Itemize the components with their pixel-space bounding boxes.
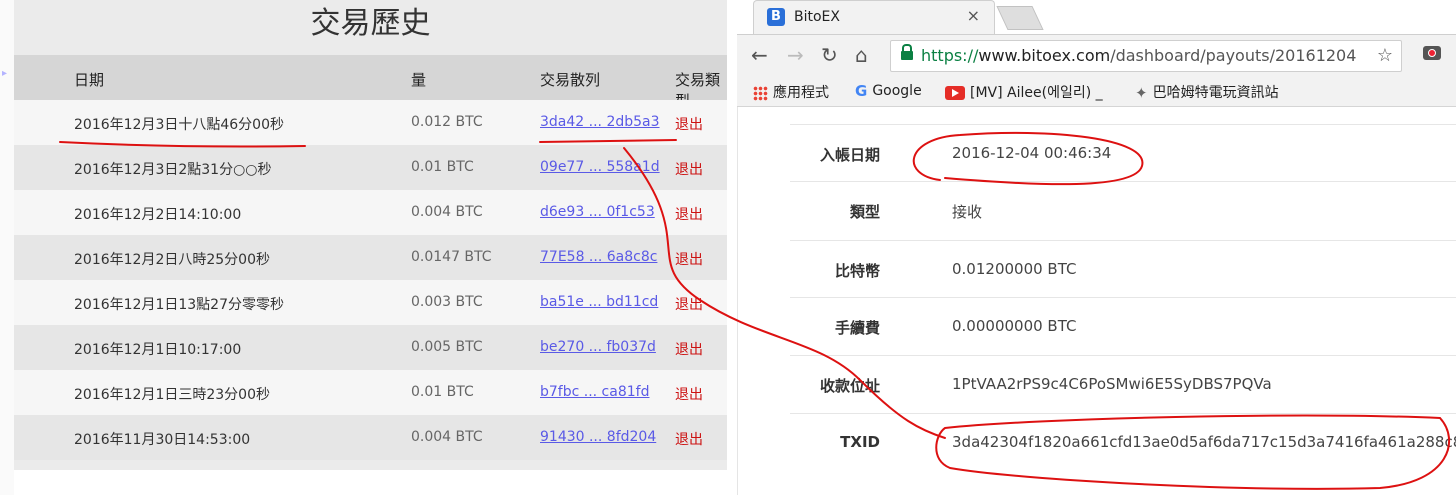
home-icon[interactable]: ⌂ [855, 43, 868, 67]
address-bar[interactable]: https://www.bitoex.com/dashboard/payouts… [890, 40, 1402, 72]
row-type: 退出 [675, 387, 703, 403]
row-hash-link[interactable]: b7fbc ... ca81fd [540, 384, 649, 400]
back-arrow-icon[interactable]: ← [751, 43, 768, 67]
detail-row-address: 收款位址 1PtVAA2rPS9c4C6PoSMwi6E5SyDBS7PQVa [790, 355, 1456, 413]
detail-value: 1PtVAA2rPS9c4C6PoSMwi6E5SyDBS7PQVa [952, 375, 1272, 393]
row-hash-link[interactable]: 91430 ... 8fd204 [540, 429, 656, 445]
google-icon: G [855, 82, 868, 100]
bookmark-apps[interactable]: 應用程式 [753, 82, 829, 102]
table-row: 2016年12月1日三時23分00秒 0.01 BTC b7fbc ... ca… [14, 370, 727, 415]
row-amount: 0.004 BTC [411, 429, 483, 445]
new-tab-button[interactable] [996, 6, 1044, 30]
row-date: 2016年12月2日14:10:00 [74, 207, 242, 223]
column-amount: 量 [411, 71, 427, 89]
camera-extension-icon[interactable] [1423, 46, 1441, 60]
detail-row-type: 類型 接收 [790, 181, 1456, 239]
dragon-icon: ✦ [1135, 84, 1148, 102]
row-date: 2016年12月1日三時23分00秒 [74, 387, 270, 403]
row-type: 退出 [675, 252, 703, 268]
table-row: 2016年11月30日14:53:00 0.004 BTC 91430 ... … [14, 415, 727, 460]
detail-row-txid: TXID 3da42304f1820a661cfd13ae0d5af6da717… [790, 413, 1456, 471]
row-amount: 0.005 BTC [411, 339, 483, 355]
row-date: 2016年12月2日八時25分00秒 [74, 252, 270, 268]
detail-label: 類型 [849, 203, 880, 221]
detail-row-btc: 比特幣 0.01200000 BTC [790, 240, 1456, 298]
row-date: 2016年12月3日2點31分○○秒 [74, 162, 272, 178]
lock-icon [901, 44, 913, 60]
left-edge-strip: ▸ [0, 0, 14, 495]
table-row: 2016年12月2日14:10:00 0.004 BTC d6e93 ... 0… [14, 190, 727, 235]
detail-value: 接收 [952, 203, 983, 221]
payout-detail-page: 入帳日期 2016-12-04 00:46:34 類型 接收 比特幣 0.012… [737, 107, 1456, 495]
youtube-icon [945, 86, 965, 100]
history-card: 交易歷史 日期 量 交易散列 交易類型 2016年12月3日十八點46分00秒 … [14, 0, 727, 470]
detail-value: 2016-12-04 00:46:34 [952, 144, 1112, 162]
page-title: 交易歷史 [310, 6, 431, 41]
table-row: 2016年12月2日八時25分00秒 0.0147 BTC 77E58 ... … [14, 235, 727, 280]
detail-row-date: 入帳日期 2016-12-04 00:46:34 [790, 124, 1456, 182]
row-hash-link[interactable]: be270 ... fb037d [540, 339, 656, 355]
bookmark-youtube[interactable]: [MV] Ailee(에일리) _ [945, 82, 1103, 102]
history-table-header: 日期 量 交易散列 交易類型 [14, 55, 727, 110]
row-hash-link[interactable]: 77E58 ... 6a8c8c [540, 249, 657, 265]
detail-value: 3da42304f1820a661cfd13ae0d5af6da717c15d3… [952, 433, 1456, 451]
browser-toolbar: ← → ↻ ⌂ https://www.bitoex.com/dashboard… [737, 34, 1456, 77]
row-amount: 0.01 BTC [411, 384, 474, 400]
detail-label: 比特幣 [834, 262, 880, 280]
bookmarks-bar: 應用程式 G Google [MV] Ailee(에일리) _ ✦ 巴哈姆特電玩資訊… [737, 76, 1456, 107]
url-text: https://www.bitoex.com/dashboard/payouts… [921, 46, 1357, 65]
detail-label: 手續費 [834, 319, 880, 337]
tab-strip: B BitoEX × [737, 0, 1456, 35]
row-amount: 0.0147 BTC [411, 249, 492, 265]
detail-value: 0.01200000 BTC [952, 260, 1077, 278]
row-date: 2016年11月30日14:53:00 [74, 432, 251, 448]
detail-label: TXID [840, 433, 880, 451]
table-row: 2016年12月3日十八點46分00秒 0.012 BTC 3da42 ... … [14, 100, 727, 145]
row-amount: 0.004 BTC [411, 204, 483, 220]
bookmark-star-icon[interactable]: ☆ [1377, 45, 1393, 66]
apps-grid-icon [753, 85, 768, 101]
detail-row-fee: 手續費 0.00000000 BTC [790, 297, 1456, 355]
table-row: 2016年12月3日2點31分○○秒 0.01 BTC 09e77 ... 55… [14, 145, 727, 190]
row-amount: 0.012 BTC [411, 114, 483, 130]
bookmark-google[interactable]: G Google [855, 82, 922, 100]
row-type: 退出 [675, 117, 703, 133]
transaction-history-panel: ▸ 交易歷史 日期 量 交易散列 交易類型 2016年12月3日十八點46分00… [0, 0, 737, 495]
row-hash-link[interactable]: ba51e ... bd11cd [540, 294, 658, 310]
row-hash-link[interactable]: 3da42 ... 2db5a3 [540, 114, 660, 130]
row-date: 2016年12月1日10:17:00 [74, 342, 242, 358]
close-icon[interactable]: × [967, 6, 980, 25]
row-date: 2016年12月3日十八點46分00秒 [74, 117, 284, 133]
detail-label: 收款位址 [819, 377, 880, 395]
detail-value: 0.00000000 BTC [952, 317, 1077, 335]
forward-arrow-icon[interactable]: → [787, 43, 804, 67]
row-hash-link[interactable]: d6e93 ... 0f1c53 [540, 204, 655, 220]
row-hash-link[interactable]: 09e77 ... 558a1d [540, 159, 660, 175]
bitoex-favicon-icon: B [767, 8, 785, 26]
row-type: 退出 [675, 207, 703, 223]
table-row: 2016年12月1日10:17:00 0.005 BTC be270 ... f… [14, 325, 727, 370]
scroll-arrow-icon: ▸ [2, 68, 8, 79]
row-type: 退出 [675, 432, 703, 448]
tab-title: BitoEX [794, 9, 840, 25]
row-amount: 0.003 BTC [411, 294, 483, 310]
column-hash: 交易散列 [540, 71, 601, 89]
reload-icon[interactable]: ↻ [821, 43, 838, 67]
table-row: 2016年12月1日13點27分零零秒 0.003 BTC ba51e ... … [14, 280, 727, 325]
detail-label: 入帳日期 [819, 146, 880, 164]
column-date: 日期 [74, 71, 105, 89]
row-amount: 0.01 BTC [411, 159, 474, 175]
browser-window: B BitoEX × ← → ↻ ⌂ https://www.bitoex.co… [737, 0, 1456, 495]
row-date: 2016年12月1日13點27分零零秒 [74, 297, 284, 313]
tab-bitoex[interactable]: B BitoEX × [753, 0, 995, 35]
row-type: 退出 [675, 342, 703, 358]
bookmark-bahamut[interactable]: ✦ 巴哈姆特電玩資訊站 [1135, 82, 1279, 102]
row-type: 退出 [675, 297, 703, 313]
row-type: 退出 [675, 162, 703, 178]
